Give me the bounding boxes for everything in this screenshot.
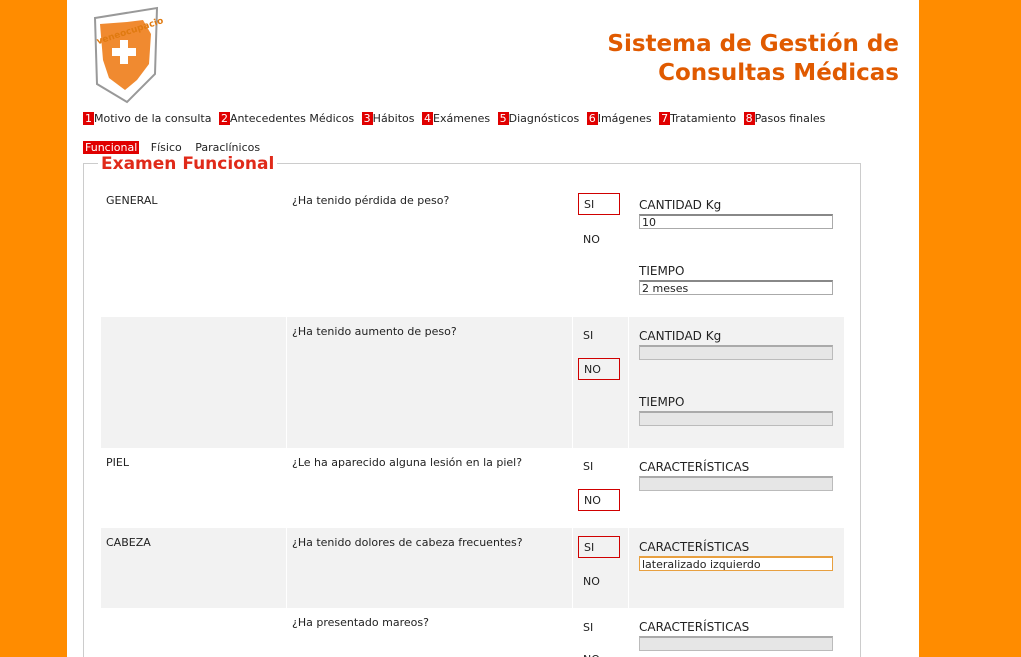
option-no[interactable]: NO bbox=[578, 358, 620, 380]
option-no[interactable]: NO bbox=[578, 489, 620, 511]
step-examenes[interactable]: 4 Exámenes bbox=[422, 112, 490, 125]
field-label: CANTIDAD Kg bbox=[639, 329, 722, 343]
step-tratamiento[interactable]: 7 Tratamiento bbox=[659, 112, 736, 125]
option-si[interactable]: SI bbox=[578, 456, 620, 478]
tab-funcional[interactable]: Funcional bbox=[83, 141, 140, 154]
caracteristicas-input[interactable]: lateralizado izquierdo bbox=[639, 556, 833, 571]
step-number: 4 bbox=[422, 112, 433, 125]
option-si[interactable]: SI bbox=[578, 325, 620, 347]
page-title: Sistema de Gestión de Consultas Médicas bbox=[607, 30, 899, 88]
row-category: PIEL bbox=[106, 456, 129, 469]
step-number: 8 bbox=[743, 112, 755, 125]
cantidad-input[interactable] bbox=[639, 345, 833, 360]
row-question: ¿Ha tenido pérdida de peso? bbox=[292, 194, 450, 207]
field-label: CARACTERÍSTICAS bbox=[639, 620, 750, 634]
step-number: 3 bbox=[361, 112, 373, 125]
page-container: veneocupacional Sistema de Gestión de Co… bbox=[67, 0, 919, 657]
row-question: ¿Le ha aparecido alguna lesión en la pie… bbox=[292, 456, 523, 469]
subtabs: Funcional Físico Paraclínicos bbox=[83, 141, 268, 154]
step-pasos-finales[interactable]: 8 Pasos finales bbox=[743, 112, 826, 125]
step-number: 5 bbox=[497, 112, 509, 125]
tab-fisico[interactable]: Físico bbox=[149, 141, 184, 154]
column-divider bbox=[628, 528, 629, 608]
step-label: Exámenes bbox=[433, 112, 491, 125]
step-number: 6 bbox=[586, 112, 598, 125]
caracteristicas-input[interactable] bbox=[639, 636, 833, 651]
step-number: 7 bbox=[659, 112, 671, 125]
field-label: TIEMPO bbox=[639, 264, 685, 278]
step-diagnosticos[interactable]: 5 Diagnósticos bbox=[497, 112, 580, 125]
question-row: PIEL ¿Le ha aparecido alguna lesión en l… bbox=[101, 448, 844, 528]
option-si[interactable]: SI bbox=[578, 617, 620, 639]
steps-nav: 1 Motivo de la consulta 2 Antecedentes Méd… bbox=[83, 112, 829, 125]
row-question: ¿Ha presentado mareos? bbox=[292, 616, 429, 629]
row-category: CABEZA bbox=[106, 536, 151, 549]
step-number: 1 bbox=[83, 112, 94, 125]
question-row: CABEZA ¿Ha tenido dolores de cabeza frec… bbox=[101, 528, 844, 608]
column-divider bbox=[628, 317, 629, 448]
tiempo-input[interactable] bbox=[639, 411, 833, 426]
step-motivo[interactable]: 1 Motivo de la consulta bbox=[83, 112, 211, 125]
section-title: Examen Funcional bbox=[98, 154, 278, 174]
row-category: GENERAL bbox=[106, 194, 158, 207]
step-label: Antecedentes Médicos bbox=[229, 112, 355, 125]
option-si[interactable]: SI bbox=[578, 193, 620, 215]
row-question: ¿Ha tenido dolores de cabeza frecuentes? bbox=[292, 536, 523, 549]
question-row: GENERAL ¿Ha tenido pérdida de peso? SI N… bbox=[101, 186, 844, 317]
step-label: Pasos finales bbox=[754, 112, 826, 125]
tiempo-input[interactable]: 2 meses bbox=[639, 280, 833, 295]
question-row: ¿Ha tenido aumento de peso? SI NO CANTID… bbox=[101, 317, 844, 448]
field-label: CANTIDAD Kg bbox=[639, 198, 722, 212]
field-label: CARACTERÍSTICAS bbox=[639, 540, 750, 554]
option-si[interactable]: SI bbox=[578, 536, 620, 558]
step-habitos[interactable]: 3 Hábitos bbox=[361, 112, 415, 125]
column-divider bbox=[572, 317, 573, 448]
option-no[interactable]: NO bbox=[578, 571, 620, 593]
field-label: TIEMPO bbox=[639, 395, 685, 409]
option-no[interactable]: NO bbox=[578, 649, 620, 657]
column-divider bbox=[572, 528, 573, 608]
step-number: 2 bbox=[218, 112, 230, 125]
field-label: CARACTERÍSTICAS bbox=[639, 460, 750, 474]
step-antecedentes[interactable]: 2 Antecedentes Médicos bbox=[218, 112, 355, 125]
step-imagenes[interactable]: 6 Imágenes bbox=[586, 112, 652, 125]
tab-paraclinicos[interactable]: Paraclínicos bbox=[193, 141, 262, 154]
step-label: Hábitos bbox=[372, 112, 415, 125]
logo-icon: veneocupacional bbox=[93, 6, 163, 104]
title-line-1: Sistema de Gestión de bbox=[607, 31, 899, 57]
step-label: Diagnósticos bbox=[508, 112, 580, 125]
title-line-2: Consultas Médicas bbox=[658, 60, 899, 86]
caracteristicas-input[interactable] bbox=[639, 476, 833, 491]
cantidad-input[interactable]: 10 bbox=[639, 214, 833, 229]
step-label: Motivo de la consulta bbox=[94, 112, 212, 125]
column-divider bbox=[286, 528, 287, 608]
step-label: Imágenes bbox=[597, 112, 652, 125]
column-divider bbox=[286, 317, 287, 448]
option-no[interactable]: NO bbox=[578, 229, 620, 251]
step-label: Tratamiento bbox=[670, 112, 737, 125]
row-question: ¿Ha tenido aumento de peso? bbox=[292, 325, 457, 338]
question-row: ¿Ha presentado mareos? SI NO CARACTERÍST… bbox=[101, 608, 844, 657]
